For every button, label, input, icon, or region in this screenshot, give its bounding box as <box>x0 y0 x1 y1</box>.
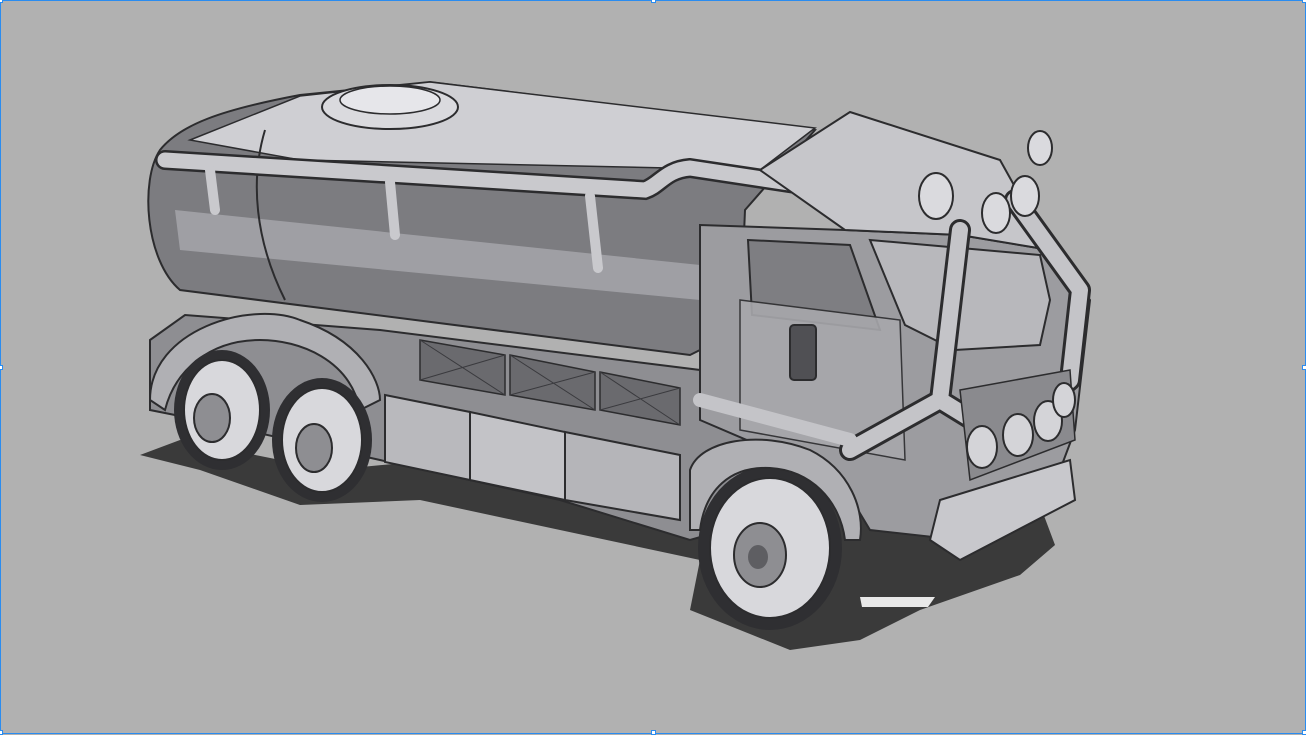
ground-shadow-patch <box>860 597 935 607</box>
roof-light <box>1027 130 1053 166</box>
tank-top-highlight <box>187 81 817 171</box>
roof-light <box>1010 175 1040 217</box>
roof-light <box>918 172 954 220</box>
headlight <box>966 425 998 469</box>
resize-handle-bottom-center[interactable] <box>651 730 656 735</box>
rear-wheel-1 <box>174 350 270 470</box>
tanker-truck-illustration <box>140 80 1092 650</box>
artboard-canvas[interactable] <box>0 0 1306 735</box>
resize-handle-bottom-right[interactable] <box>1302 730 1306 735</box>
headlight <box>1052 382 1076 418</box>
side-mirror <box>789 324 817 381</box>
resize-handle-top-center[interactable] <box>651 0 656 3</box>
resize-handle-middle-left[interactable] <box>0 365 3 370</box>
resize-handle-middle-right[interactable] <box>1302 365 1306 370</box>
roof-light <box>981 192 1011 234</box>
headlight <box>1002 413 1034 457</box>
rear-wheel-2 <box>272 378 372 502</box>
resize-handle-top-left[interactable] <box>0 0 3 3</box>
resize-handle-bottom-left[interactable] <box>0 730 3 735</box>
resize-handle-top-right[interactable] <box>1302 0 1306 3</box>
